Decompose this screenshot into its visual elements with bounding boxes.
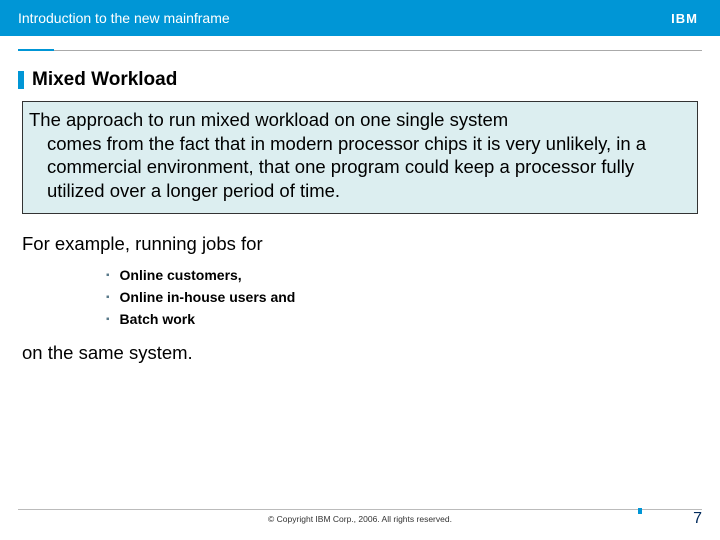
closing-text: on the same system. (22, 341, 698, 365)
boxed-text-line1: The approach to run mixed workload on on… (29, 109, 508, 130)
list-item: Online in-house users and (106, 289, 698, 307)
list-item: Batch work (106, 311, 698, 329)
boxed-text-rest: comes from the fact that in modern proce… (29, 132, 691, 203)
list-item: Online customers, (106, 267, 698, 285)
header-bar: Introduction to the new mainframe IBM (0, 0, 720, 36)
copyright-text: © Copyright IBM Corp., 2006. All rights … (18, 514, 702, 524)
slide-heading: Mixed Workload (32, 69, 177, 91)
footer-accent-icon (638, 508, 642, 514)
heading-accent-icon (18, 71, 24, 89)
boxed-text: The approach to run mixed workload on on… (29, 108, 691, 203)
slide-container: Introduction to the new mainframe IBM Mi… (0, 0, 720, 540)
header-title: Introduction to the new mainframe (18, 10, 230, 26)
heading-row: Mixed Workload (18, 69, 702, 91)
bullet-list: Online customers, Online in-house users … (106, 267, 698, 329)
header-divider (18, 50, 702, 51)
footer: © Copyright IBM Corp., 2006. All rights … (18, 509, 702, 524)
ibm-logo-text: IBM (671, 11, 698, 26)
content-area: The approach to run mixed workload on on… (0, 101, 720, 540)
highlight-box: The approach to run mixed workload on on… (22, 101, 698, 214)
page-number: 7 (693, 510, 702, 528)
ibm-logo: IBM (671, 11, 702, 26)
footer-divider (18, 509, 702, 510)
header-accent-icon (18, 49, 54, 51)
example-lead: For example, running jobs for (22, 232, 698, 256)
